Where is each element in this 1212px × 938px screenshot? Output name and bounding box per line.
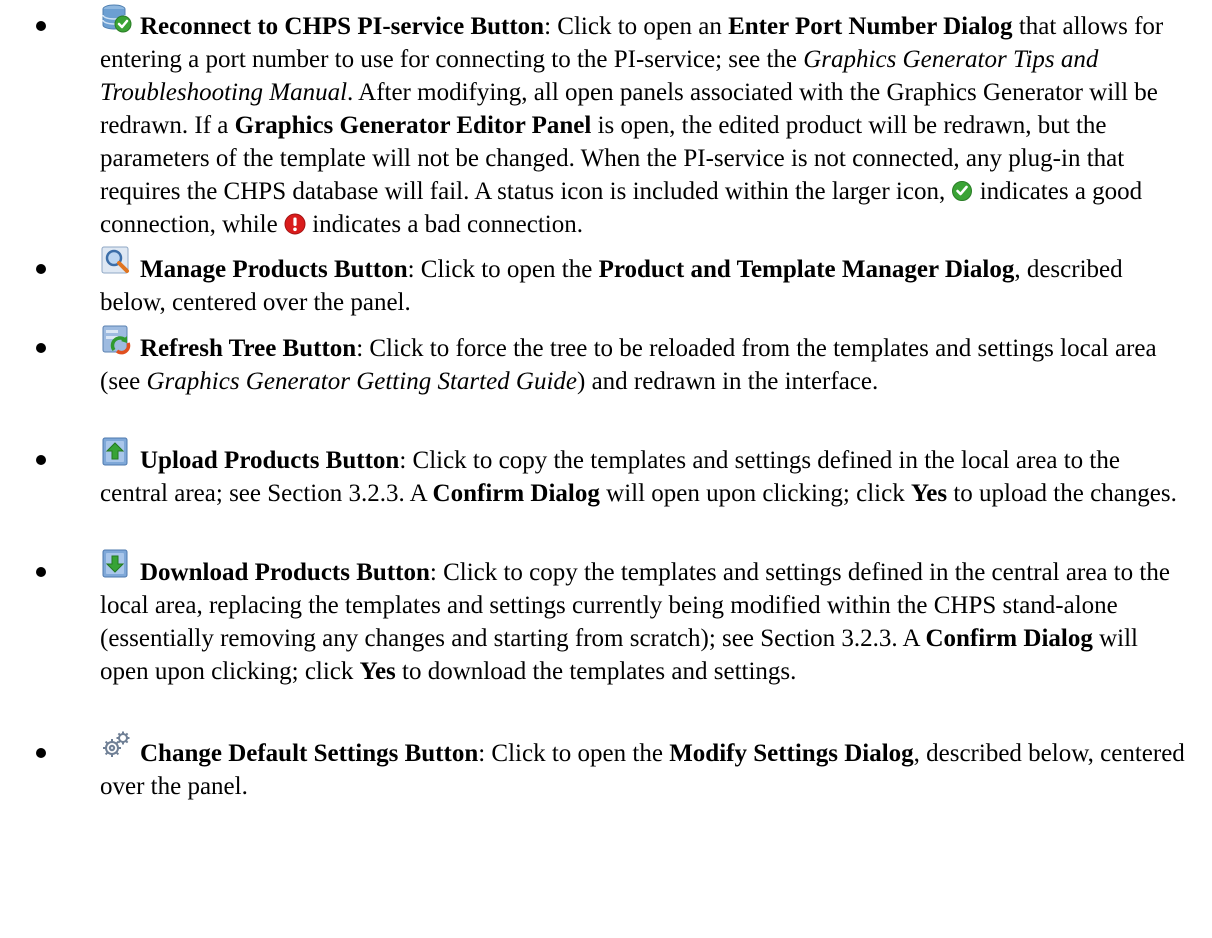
bullet [36,455,46,465]
yes-label: Yes [910,480,948,507]
list-item: Refresh Tree Button: Click to force the … [0,325,1212,431]
refresh-tree-icon [100,324,132,356]
yes-label: Yes [359,658,396,685]
document-page: Reconnect to CHPS PI-service Button: Cli… [0,0,1212,938]
bullet [36,264,46,274]
refresh-tree-button-label: Refresh Tree Button [140,335,357,362]
list-item: Manage Products Button: Click to open th… [0,246,1212,319]
change-settings-button-label: Change Default Settings Button [140,740,479,767]
bullet [36,21,46,31]
modify-settings-dialog-name: Modify Settings Dialog [669,740,914,767]
list-item: Reconnect to CHPS PI-service Button: Cli… [0,4,1212,241]
confirm-dialog-name: Confirm Dialog [432,480,600,507]
magnifier-icon [100,245,132,277]
list-item: Download Products Button: Click to copy … [0,549,1212,721]
item-text: Refresh Tree Button: Click to force the … [100,325,1190,398]
download-products-button-label: Download Products Button [140,559,430,586]
list-item: Upload Products Button: Click to copy th… [0,437,1212,543]
red-exclamation-icon [284,213,306,235]
enter-port-dialog-name: Enter Port Number Dialog [728,13,1013,40]
database-check-icon [100,2,132,34]
upload-products-button-label: Upload Products Button [140,447,400,474]
item-text: Reconnect to CHPS PI-service Button: Cli… [100,4,1190,241]
item-text: Change Default Settings Button: Click to… [100,731,1190,803]
download-arrow-icon [100,548,132,580]
upload-arrow-icon [100,436,132,468]
bullet [36,343,46,353]
confirm-dialog-name: Confirm Dialog [925,625,1093,652]
bullet [36,748,46,758]
item-text: Manage Products Button: Click to open th… [100,246,1190,319]
list-item: Change Default Settings Button: Click to… [0,731,1212,803]
manager-dialog-name: Product and Template Manager Dialog [598,256,1015,283]
getting-started-guide-title: Graphics Generator Getting Started Guide [146,368,578,395]
manage-products-button-label: Manage Products Button [140,256,408,283]
gears-icon [100,729,132,761]
green-check-icon [951,180,973,202]
editor-panel-name: Graphics Generator Editor Panel [234,112,592,139]
item-text: Download Products Button: Click to copy … [100,549,1190,688]
reconnect-button-label: Reconnect to CHPS PI-service Button [140,13,545,40]
bullet [36,567,46,577]
item-text: Upload Products Button: Click to copy th… [100,437,1190,510]
